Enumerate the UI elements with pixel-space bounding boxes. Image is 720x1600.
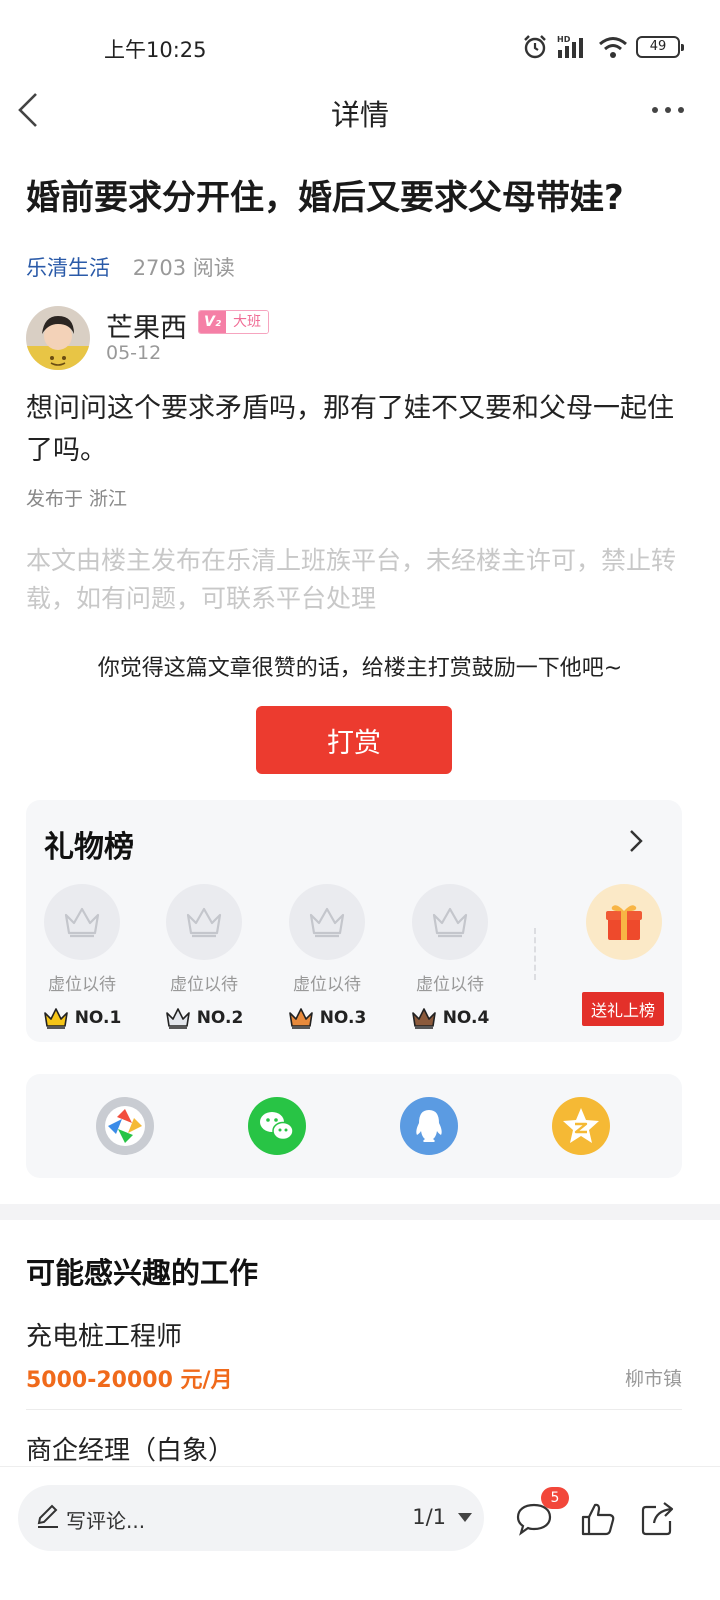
share-wechat-button[interactable]	[248, 1097, 306, 1155]
vip-badge: V₂ 大班	[198, 310, 269, 334]
gift-box-icon[interactable]	[586, 884, 662, 960]
status-icons: HD 49	[522, 34, 684, 60]
vip-level: V₂	[199, 311, 226, 333]
share-icon[interactable]	[638, 1499, 678, 1539]
slot-label: 虚位以待	[416, 975, 484, 995]
qq-icon	[400, 1097, 458, 1155]
share-qq-button[interactable]	[400, 1097, 458, 1155]
post-date: 05-12	[106, 342, 162, 364]
vip-text: 大班	[225, 311, 268, 333]
rank-label: NO.1	[74, 1008, 122, 1028]
article-body: 想问问这个要求矛盾吗，那有了娃不又要和父母一起住了吗。	[26, 393, 674, 466]
qzone-icon	[552, 1097, 610, 1155]
gift-board: 礼物榜 虚位以待 NO.1 虚位以待 NO.2 虚位以待 NO.3 虚位以待 N…	[26, 800, 682, 1042]
copyright-notice: 本文由楼主发布在乐清上班族平台，未经楼主许可，禁止转载，如有问题，可联系平台处理	[26, 546, 677, 613]
empty-slot-avatar	[412, 884, 488, 960]
article-title: 婚前要求分开住，婚后又要求父母带娃?	[26, 178, 624, 218]
job-divider	[26, 1409, 682, 1410]
comment-count-badge: 5	[541, 1487, 569, 1509]
rank-label: NO.3	[319, 1008, 367, 1028]
reward-button[interactable]: 打赏	[256, 706, 452, 774]
slot-rank: NO.3	[287, 1007, 367, 1029]
article-meta: 乐清生活 2703 阅读	[26, 252, 235, 282]
crown-outline-icon	[309, 907, 345, 938]
job-item[interactable]: 充电桩工程师 5000-20000 元/月 柳市镇	[26, 1316, 682, 1393]
jobs-section-title: 可能感兴趣的工作	[26, 1256, 259, 1290]
reward-hint: 你觉得这篇文章很赞的话，给楼主打赏鼓励一下他吧~	[97, 656, 623, 681]
send-gift-button[interactable]: 送礼上榜	[582, 992, 664, 1026]
slot-label: 虚位以待	[170, 975, 238, 995]
gift-divider	[534, 928, 536, 980]
gift-slot[interactable]: 虚位以待 NO.1	[42, 884, 122, 1029]
battery-indicator: 49	[636, 36, 684, 58]
source-link[interactable]: 乐清生活	[26, 256, 110, 280]
share-qzone-button[interactable]	[552, 1097, 610, 1155]
slot-rank: NO.2	[164, 1007, 244, 1029]
pen-icon	[37, 1504, 58, 1528]
gift-board-title: 礼物榜	[44, 830, 134, 865]
comment-placeholder: 写评论...	[66, 1509, 146, 1533]
status-bar: 上午10:25 HD 49	[0, 0, 720, 92]
empty-slot-avatar	[166, 884, 242, 960]
slot-label: 虚位以待	[293, 975, 361, 995]
bottom-bar: 写评论... 1/1 5	[0, 1466, 720, 1600]
like-icon[interactable]	[578, 1499, 618, 1539]
author-name[interactable]: 芒果西	[106, 306, 187, 345]
wechat-icon	[248, 1097, 306, 1155]
gift-slot[interactable]: 虚位以待 NO.4	[410, 884, 490, 1029]
share-moments-button[interactable]	[96, 1097, 154, 1155]
job-name: 充电桩工程师	[26, 1322, 183, 1352]
slot-label: 虚位以待	[48, 975, 116, 995]
share-bar	[26, 1074, 682, 1178]
alarm-icon	[524, 35, 546, 59]
avatar-image	[26, 306, 90, 370]
hd-label: HD	[557, 35, 571, 44]
rank-crown-icon	[411, 1008, 436, 1029]
page-indicator[interactable]: 1/1	[412, 1505, 446, 1529]
author-row: 芒果西 V₂ 大班 05-12	[26, 306, 694, 372]
more-icon[interactable]	[650, 98, 686, 122]
gift-icon	[606, 905, 642, 940]
rank-crown-icon	[165, 1008, 190, 1029]
moments-icon	[96, 1097, 154, 1155]
rank-label: NO.2	[196, 1008, 244, 1028]
rank-label: NO.4	[442, 1008, 490, 1028]
wifi-icon	[599, 37, 627, 58]
avatar[interactable]	[26, 306, 90, 370]
nav-bar: 详情	[0, 80, 720, 140]
comment-input[interactable]: 写评论... 1/1	[18, 1485, 484, 1551]
gift-slot[interactable]: 虚位以待 NO.2	[164, 884, 244, 1029]
slot-rank: NO.1	[42, 1007, 122, 1029]
chevron-right-icon[interactable]	[626, 828, 646, 854]
job-salary: 5000-20000 元/月	[26, 1368, 233, 1393]
section-divider	[0, 1204, 720, 1220]
post-location: 发布于 浙江	[26, 488, 128, 510]
empty-slot-avatar	[289, 884, 365, 960]
crown-outline-icon	[64, 907, 100, 938]
caret-down-icon[interactable]	[458, 1513, 472, 1522]
slot-rank: NO.4	[410, 1007, 490, 1029]
job-item[interactable]: 商企经理（白象）	[26, 1430, 682, 1467]
job-location: 柳市镇	[624, 1368, 682, 1390]
crown-outline-icon	[432, 907, 468, 938]
status-time: 上午10:25	[104, 38, 207, 62]
job-name: 商企经理（白象）	[26, 1436, 235, 1466]
gift-slot[interactable]: 虚位以待 NO.3	[287, 884, 367, 1029]
crown-outline-icon	[186, 907, 222, 938]
page-title: 详情	[330, 98, 389, 132]
empty-slot-avatar	[44, 884, 120, 960]
read-count: 2703 阅读	[132, 256, 235, 280]
rank-crown-icon	[43, 1008, 68, 1029]
rank-crown-icon	[288, 1008, 313, 1029]
signal-icon: HD	[557, 35, 583, 58]
